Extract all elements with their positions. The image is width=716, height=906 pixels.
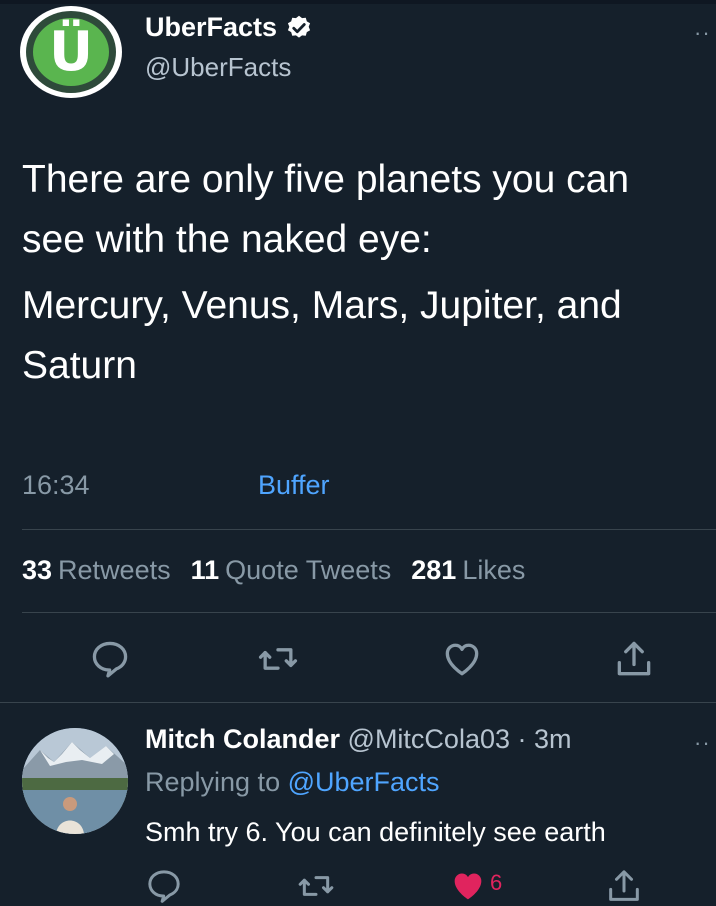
author-name: UberFacts bbox=[145, 12, 278, 42]
uberfacts-avatar[interactable]: Ü bbox=[20, 6, 122, 98]
reply-icon[interactable] bbox=[88, 637, 132, 681]
share-icon[interactable] bbox=[612, 637, 656, 681]
reply-body: Smh try 6. You can definitely see earth bbox=[145, 817, 606, 847]
reply-header: Mitch Colander @MitcCola03 · 3m bbox=[145, 724, 572, 755]
tweet-source-link[interactable]: Buffer bbox=[258, 470, 330, 501]
divider bbox=[22, 529, 716, 530]
retweets-count[interactable]: 33 bbox=[22, 555, 52, 586]
replying-prefix: Replying to bbox=[145, 767, 288, 797]
quotes-count[interactable]: 11 bbox=[191, 555, 220, 586]
divider bbox=[22, 612, 716, 613]
reply-more-options-icon[interactable]: ·· bbox=[694, 730, 711, 756]
reply-avatar[interactable] bbox=[22, 728, 128, 834]
retweets-label[interactable]: Retweets bbox=[58, 555, 171, 586]
replying-to: Replying to @UberFacts bbox=[145, 767, 440, 798]
likes-count[interactable]: 281 bbox=[411, 555, 456, 586]
tweet-time: 16:34 bbox=[22, 470, 90, 500]
tweet-text-line: There are only five planets you can see … bbox=[22, 158, 630, 261]
author-handle[interactable]: @UberFacts bbox=[145, 52, 291, 83]
reply-author-handle[interactable]: @MitcCola03 bbox=[348, 724, 510, 754]
reply-retweet-icon[interactable] bbox=[296, 866, 336, 906]
verified-badge-icon bbox=[287, 15, 311, 38]
more-options-icon[interactable]: ·· bbox=[694, 20, 711, 46]
likes-label[interactable]: Likes bbox=[462, 555, 525, 586]
replying-to-link[interactable]: @UberFacts bbox=[288, 767, 440, 797]
mountain-landscape-photo bbox=[22, 728, 128, 834]
engagement-stats: 33 Retweets 11 Quote Tweets 281 Likes bbox=[22, 555, 539, 586]
reply-age: 3m bbox=[534, 724, 572, 754]
tweet-body: There are only five planets you can see … bbox=[22, 150, 702, 396]
author-name-row[interactable]: UberFacts bbox=[145, 12, 313, 43]
top-edge bbox=[0, 0, 716, 4]
reply-liked-heart-icon[interactable] bbox=[448, 866, 488, 906]
quotes-label[interactable]: Quote Tweets bbox=[225, 555, 391, 586]
divider bbox=[0, 702, 716, 703]
reply-reply-icon[interactable] bbox=[144, 866, 184, 906]
retweet-icon[interactable] bbox=[256, 637, 300, 681]
reply-share-icon[interactable] bbox=[604, 866, 644, 906]
reply-separator: · bbox=[510, 724, 534, 754]
like-icon[interactable] bbox=[440, 637, 484, 681]
tweet-text-line: Mercury, Venus, Mars, Jupiter, and Satur… bbox=[22, 284, 622, 387]
reply-like-count: 6 bbox=[490, 870, 503, 895]
reply-author-name[interactable]: Mitch Colander bbox=[145, 724, 340, 754]
avatar-logo: Ü bbox=[33, 18, 109, 86]
